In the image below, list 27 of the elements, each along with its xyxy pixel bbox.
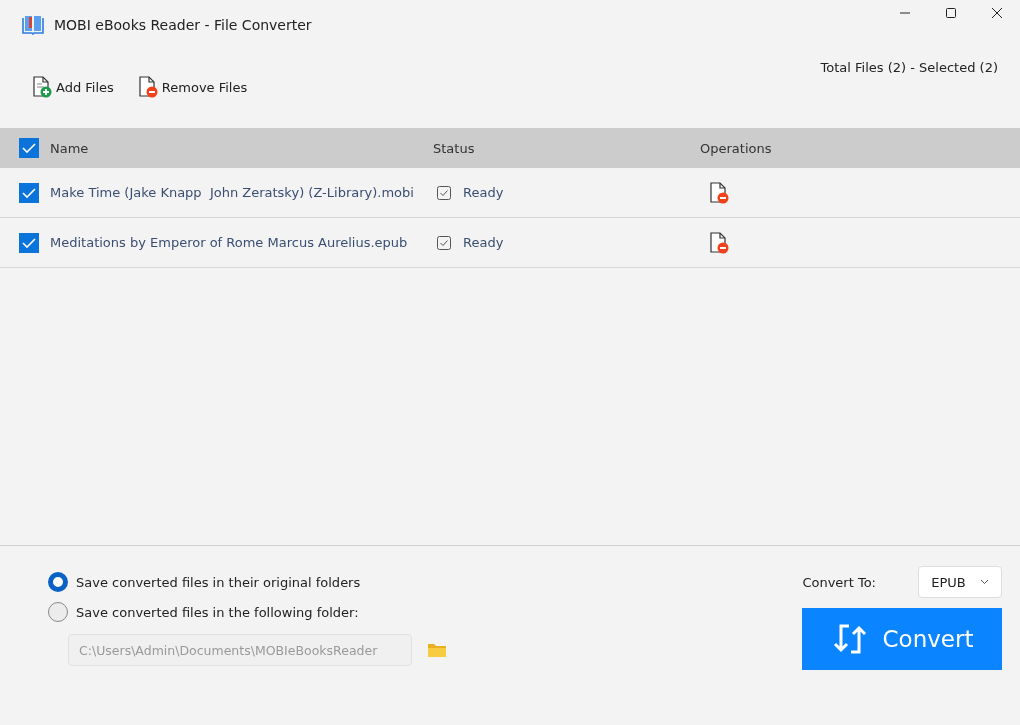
column-header: Name <box>50 140 89 156</box>
file-name: Make Time (Jake Knapp John Zeratsky) (Z-Library).mobi <box>50 185 414 200</box>
file-status: Ready <box>463 235 504 250</box>
add-files-button[interactable]: Add Files <box>30 74 116 100</box>
remove-files-button[interactable]: Remove Files <box>135 74 250 100</box>
convert-to-label: Convert To: <box>802 574 876 590</box>
file-status: Ready <box>463 185 504 200</box>
remove-file-icon[interactable] <box>709 181 729 204</box>
remove-file-icon[interactable] <box>709 231 729 254</box>
file-add-icon <box>32 76 52 98</box>
open-book-icon <box>22 15 44 35</box>
window-title: MOBI eBooks Reader - File Converter <box>54 17 312 33</box>
file-remove-icon <box>137 76 158 98</box>
file-name: Meditations by Emperor of Rome Marcus Aurelius.epub <box>50 235 408 250</box>
column-header: Operations <box>700 140 773 156</box>
file-count: Total Files (2) - Selected (2) <box>820 60 998 75</box>
checked-box-icon <box>437 185 451 200</box>
column-header: Status <box>433 140 476 156</box>
save-location-radio[interactable]: Save converted files in their original folders <box>48 570 446 594</box>
convert-button[interactable]: Convert <box>802 608 1002 670</box>
row-checkbox[interactable] <box>19 232 39 253</box>
format-dropdown[interactable]: EPUB <box>918 566 1002 598</box>
row-checkbox[interactable] <box>19 182 39 203</box>
checked-box-icon <box>437 235 451 250</box>
chevron-down-icon <box>979 579 989 585</box>
save-location-radio[interactable]: Save converted files in the following folder: <box>48 600 446 624</box>
select-all-checkbox[interactable] <box>19 138 39 158</box>
